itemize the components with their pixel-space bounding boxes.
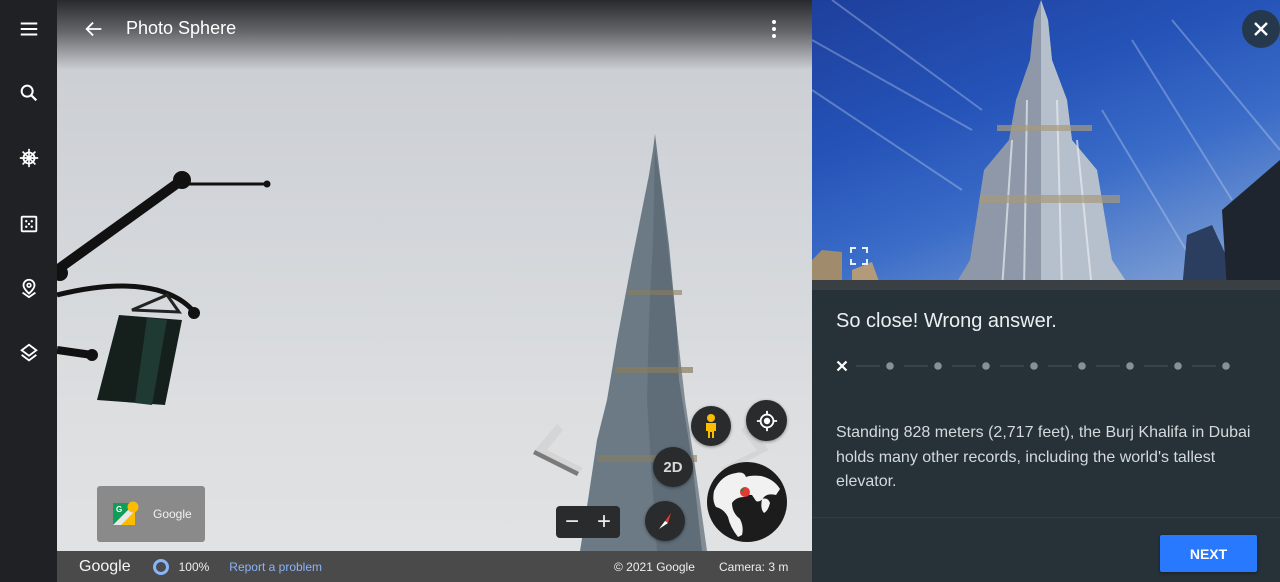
street-lamp [57,171,271,405]
svg-text:G: G [116,505,122,514]
more-vert-icon [772,20,776,38]
search-button[interactable] [0,73,57,113]
map-style-button[interactable] [0,333,57,373]
more-options-button[interactable] [762,14,786,44]
dice-icon [20,215,37,233]
compass-icon [659,513,671,529]
burj-khalifa-photo [812,0,1280,290]
progress-dot [1222,362,1230,370]
zoom-controls: − + [556,506,620,538]
projects-button[interactable] [0,268,57,308]
zoom-in-button[interactable]: + [590,510,618,534]
feeling-curious-button[interactable] [0,204,57,244]
progress-dot [934,362,942,370]
ship-wheel-icon [19,148,38,168]
progress-dot [1126,362,1134,370]
fullscreen-icon[interactable] [850,247,868,265]
contributor-name: Google [153,507,192,521]
earth-app: Photo Sphere 2D − + G Google Google 100%… [0,0,1280,582]
location-marker [740,487,750,497]
toggle-2d-button[interactable]: 2D [653,447,693,487]
navigate-left-arrow[interactable] [531,420,587,476]
my-location-button[interactable] [746,400,787,441]
quiz-panel: So close! Wrong answer. Standing 828 met… [812,0,1280,582]
search-icon [20,84,37,102]
close-button[interactable] [1242,10,1280,48]
answer-photo [812,0,1280,290]
compass-button[interactable] [645,501,685,541]
left-sidebar [0,0,57,582]
panel-divider [812,517,1280,518]
report-problem-link[interactable]: Report a problem [229,560,322,574]
arrow-left-icon [85,21,102,37]
place-pin-icon [21,278,36,299]
progress-dot [1174,362,1182,370]
pegman-icon [706,414,716,438]
contributor-attribution[interactable]: G Google [97,486,205,542]
progress-dot [1078,362,1086,370]
page-title: Photo Sphere [126,18,237,38]
pegman-button[interactable] [691,406,731,446]
menu-button[interactable] [0,9,57,49]
menu-icon [20,22,37,36]
zoom-out-button[interactable]: − [558,510,586,534]
google-contributor-icon: G [113,501,139,525]
back-button[interactable] [79,14,109,44]
layers-icon [19,343,38,362]
next-button[interactable]: NEXT [1160,535,1257,572]
copyright-text: © 2021 Google [614,559,695,574]
progress-dot [886,362,894,370]
globe-minimap[interactable] [706,461,788,543]
result-title: So close! Wrong answer. [836,310,1057,332]
close-icon [1254,22,1268,36]
crosshair-target-icon [756,410,777,431]
progress-dot [1030,362,1038,370]
progress-wrong-icon [836,360,848,372]
burj-khalifa-tower [580,134,707,551]
progress-dot [982,362,990,370]
camera-altitude-text: Camera: 3 m [719,559,789,574]
question-progress [836,360,1230,372]
load-progress-text: 100% [178,559,210,574]
google-logo: Google [79,557,131,575]
loading-ring-icon [152,558,169,575]
street-view[interactable]: Photo Sphere 2D − + G Google Google 100%… [57,0,812,582]
voyager-button[interactable] [0,138,57,178]
street-view-footer: Google 100% Report a problem © 2021 Goog… [57,551,812,582]
answer-description: Standing 828 meters (2,717 feet), the Bu… [836,424,1251,490]
